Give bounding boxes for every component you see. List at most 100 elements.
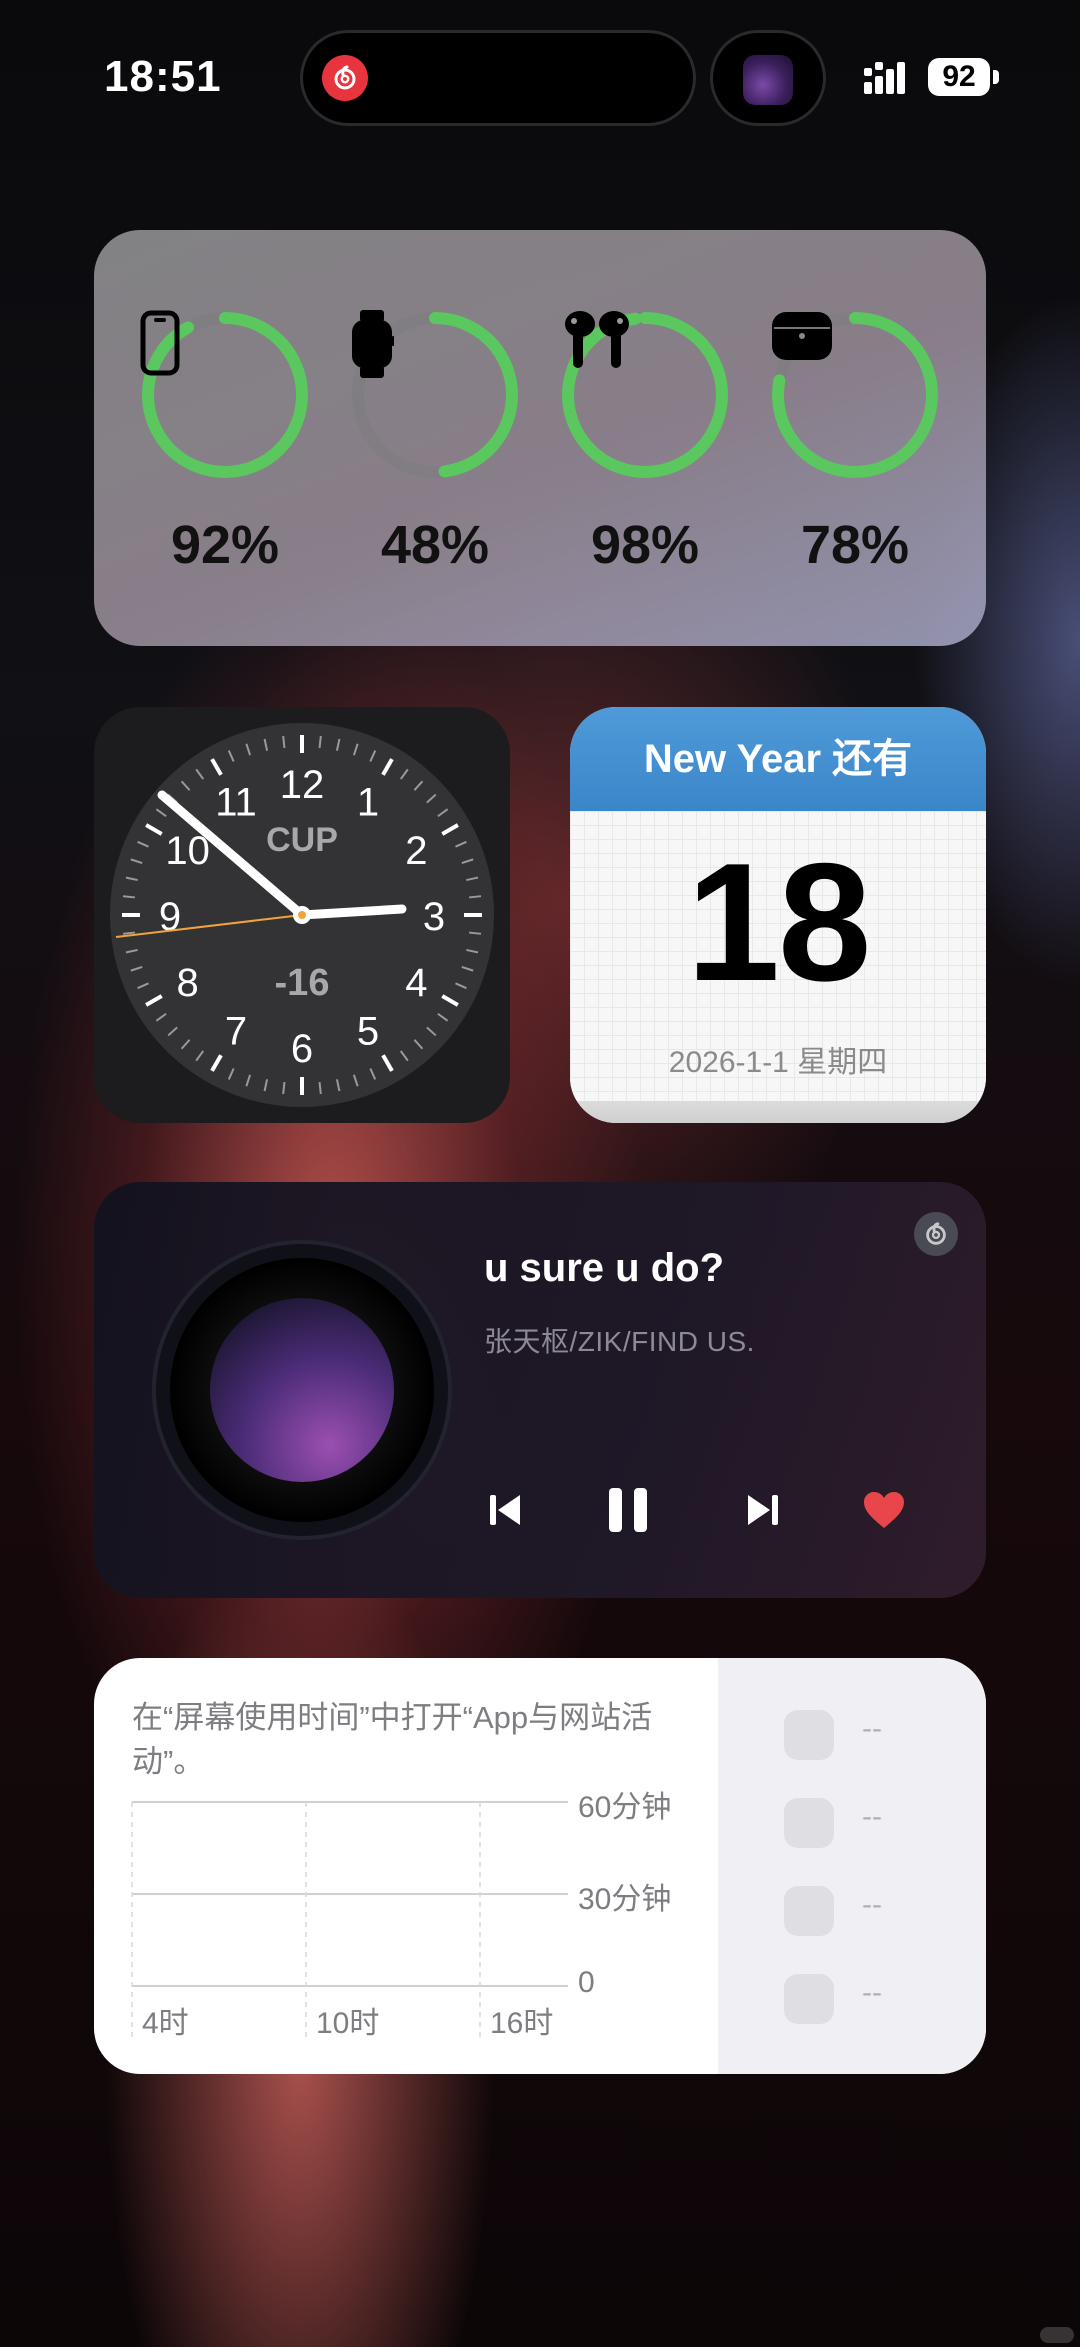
clock-tick xyxy=(468,931,482,935)
app-icon-placeholder xyxy=(784,1710,834,1760)
clock-tick xyxy=(441,994,459,1007)
song-artist: 张天枢/ZIK/FIND US. xyxy=(484,1326,755,1357)
clock-tick xyxy=(122,895,136,899)
battery-item-airpods: 98% xyxy=(560,310,730,576)
battery-item-watch: 48% xyxy=(350,310,520,576)
song-title: u sure u do? xyxy=(484,1246,724,1290)
phone-icon xyxy=(140,310,310,480)
now-playing-artwork-pill[interactable] xyxy=(710,30,826,126)
battery-indicator: 92 xyxy=(928,58,990,96)
clock-tick xyxy=(282,1081,286,1095)
clock-tick xyxy=(122,931,136,935)
clock-face: 12 1 2 3 4 5 6 7 8 9 10 11 CUP -16 xyxy=(110,723,494,1107)
clock-numeral: 7 xyxy=(225,1009,247,1053)
album-art-thumbnail xyxy=(743,55,793,105)
battery-item-phone: 92% xyxy=(140,310,310,576)
netease-music-icon[interactable] xyxy=(322,55,368,101)
y-axis-label-0: 0 xyxy=(578,1966,595,1999)
countdown-days: 18 xyxy=(686,828,872,1016)
app-row: -- xyxy=(784,1886,934,1936)
clock-tick xyxy=(461,858,474,865)
calendar-page-edge xyxy=(570,1101,986,1123)
clock-numeral: 12 xyxy=(280,763,325,807)
hour-hand xyxy=(297,904,407,920)
clock-tick xyxy=(399,1050,409,1062)
clock-tick xyxy=(227,750,235,762)
clock-tick xyxy=(437,1012,449,1022)
clock-tick xyxy=(263,738,269,751)
pause-icon xyxy=(609,1488,647,1532)
clock-tick xyxy=(125,876,138,882)
x-axis-label-16: 16时 xyxy=(490,2007,554,2040)
target-date: 2026-1-1 星期四 xyxy=(668,1046,888,1079)
watermark-badge xyxy=(1040,2327,1074,2343)
clock-tick xyxy=(180,1039,191,1050)
clock-tick xyxy=(210,1054,223,1072)
clock-city: CUP xyxy=(266,821,338,859)
clock-numeral: 8 xyxy=(177,961,199,1005)
previous-track-button[interactable] xyxy=(486,1482,526,1538)
clock-tick xyxy=(468,895,482,899)
clock-tick xyxy=(335,1079,341,1092)
clock-tick xyxy=(282,735,286,749)
clock-tick xyxy=(195,1050,205,1062)
clock-tick xyxy=(426,793,437,804)
airpods-icon xyxy=(560,310,730,480)
world-clock-widget[interactable]: 12 1 2 3 4 5 6 7 8 9 10 11 CUP -16 xyxy=(94,707,510,1123)
app-icon-placeholder xyxy=(784,1798,834,1848)
next-track-button[interactable] xyxy=(742,1482,782,1538)
screen-time-widget[interactable]: 在“屏幕使用时间”中打开“App与网站活动”。 60分钟 30分钟 0 4时 1… xyxy=(94,1658,986,2074)
clock-tick xyxy=(195,768,205,780)
clock-tick xyxy=(437,808,449,818)
clock-tick xyxy=(466,876,479,882)
clock-numeral: 5 xyxy=(357,1009,379,1053)
clock-tick xyxy=(352,1074,359,1087)
clock-tick xyxy=(130,965,143,972)
app-usage: -- xyxy=(862,1976,882,2009)
clock-numeral: 11 xyxy=(215,781,257,825)
x-axis-label-10: 10时 xyxy=(316,2007,380,2040)
app-list-panel: -- -- -- -- xyxy=(718,1658,986,2074)
clock-tick xyxy=(369,750,377,762)
next-icon xyxy=(748,1495,778,1525)
second-hand xyxy=(115,914,303,938)
app-row: -- xyxy=(784,1710,934,1760)
watch-icon xyxy=(350,310,520,480)
app-usage: -- xyxy=(862,1888,882,1921)
clock-tick xyxy=(180,780,191,791)
clock-tick xyxy=(245,743,252,756)
clock-tick xyxy=(381,758,394,776)
battery-percent: 48% xyxy=(380,515,490,575)
app-icon-placeholder xyxy=(784,1974,834,2024)
battery-percent: 92% xyxy=(170,515,280,575)
dynamic-island[interactable] xyxy=(300,30,696,126)
clock-tick xyxy=(426,1026,437,1037)
clock-tick xyxy=(369,1068,377,1080)
y-axis-label-60: 60分钟 xyxy=(578,1791,672,1824)
clock-tick xyxy=(145,994,163,1007)
clock-tick xyxy=(461,965,474,972)
airpods-case-icon xyxy=(770,310,940,480)
cellular-signal-icon xyxy=(864,62,905,94)
previous-icon xyxy=(490,1495,520,1525)
clock-tick xyxy=(413,1039,424,1050)
clock-tick xyxy=(137,982,149,990)
clock-tick xyxy=(399,768,409,780)
new-year-countdown-widget[interactable]: New Year 还有 18 2026-1-1 星期四 xyxy=(570,707,986,1123)
app-usage: -- xyxy=(862,1800,882,1833)
clock-tick xyxy=(167,1026,178,1037)
pause-button[interactable] xyxy=(606,1482,650,1538)
heart-icon xyxy=(864,1492,904,1528)
clock-tick xyxy=(245,1074,252,1087)
clock-numeral: 2 xyxy=(405,829,427,873)
app-usage: -- xyxy=(862,1712,882,1745)
status-time: 18:51 xyxy=(104,52,222,101)
music-player-widget[interactable]: u sure u do? 张天枢/ZIK/FIND US. xyxy=(94,1182,986,1598)
batteries-widget[interactable]: 92% 48% 98% 78% xyxy=(94,230,986,646)
clock-numeral: 3 xyxy=(423,895,445,939)
like-button[interactable] xyxy=(860,1482,908,1538)
clock-tick xyxy=(335,738,341,751)
app-row: -- xyxy=(784,1798,934,1848)
netease-logo-icon[interactable] xyxy=(914,1212,958,1256)
clock-tick xyxy=(318,1081,322,1095)
